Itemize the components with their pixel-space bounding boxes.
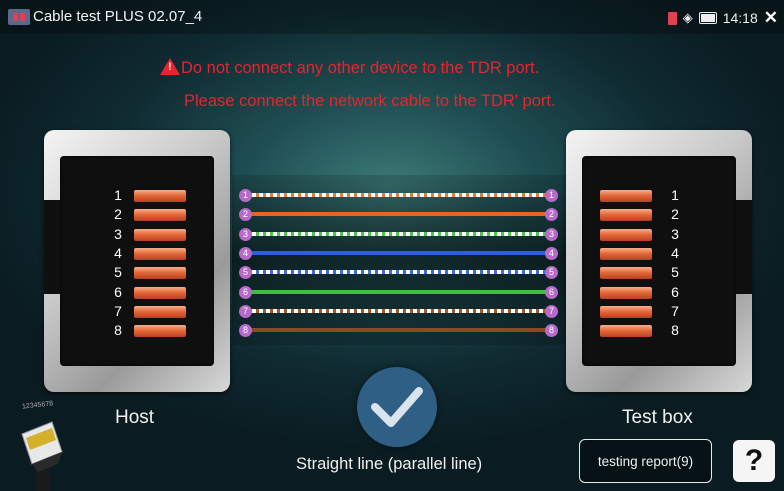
battery-icon [698,12,717,24]
pin-contact [134,267,186,280]
pin-contact [600,325,652,338]
connector-notch [736,200,752,294]
cable-area [232,175,566,345]
help-button[interactable]: ? [733,440,775,482]
pin-number: 1 [671,187,679,203]
cable-test-screen: Cable test PLUS 02.07_4 ◈ 14:18 ✕ Do not… [0,0,784,491]
wire-endpoint: 7 [239,304,252,318]
pin-number: 3 [671,225,679,242]
result-text: Straight line (parallel line) [296,455,483,473]
wire-pair-line [245,308,551,313]
pin-number: 7 [114,302,122,319]
pin-contact [600,209,652,222]
wire-endpoint: 6 [545,285,558,299]
status-icons: ◈ 14:18 ✕ [667,8,778,28]
pin-contact [134,190,186,202]
pin-number: 8 [671,322,679,339]
pin-number: 6 [671,283,679,300]
wire-endpoint: 3 [545,227,558,241]
host-label: Host [115,407,155,428]
pin-number: 2 [114,206,122,223]
host-connector [44,130,230,392]
pin-number: 3 [114,225,122,242]
wire-endpoint: 8 [239,324,252,338]
pin-number: 7 [671,302,679,319]
wire-pair-line [245,328,551,333]
clock: 14:18 [722,10,758,26]
pin-contact [134,325,186,338]
pin-number: 4 [114,244,122,261]
warning-line-1: Do not connect any other device to the T… [160,58,539,78]
wire-pair-line [245,270,551,275]
wifi-icon: ◈ [682,10,693,25]
wire-endpoint: 7 [545,304,558,318]
pin-contact [600,247,652,260]
pin-contact [600,267,652,280]
test-box-connector [566,130,752,392]
warning-text-1: Do not connect any other device to the T… [181,59,540,77]
close-icon[interactable]: ✕ [764,8,778,28]
pin-contact [600,228,652,241]
wire-pair-line [245,289,551,294]
warning-line-2: Please connect the network cable to the … [184,92,556,110]
pin-contact [134,209,186,222]
app-icon [8,9,30,25]
rj45-plug-icon [12,398,72,491]
pin-number: 1 [114,187,122,203]
pin-number: 2 [671,206,679,223]
wire-endpoint: 4 [239,246,252,260]
checkmark-icon [371,387,423,427]
result-badge [357,367,437,447]
pin-contact [134,305,186,318]
wire-pair-line [245,193,551,197]
wire-endpoint: 6 [239,285,252,299]
wire-endpoint: 4 [545,246,558,260]
pin-contact [600,305,652,318]
testing-report-button[interactable]: testing report(9) [579,439,712,483]
pin-contact [600,190,652,202]
pin-number: 6 [114,283,122,300]
connector-notch [44,200,60,294]
pin-contact [600,286,652,299]
wire-pair-line [245,231,551,236]
wire-endpoint: 1 [239,189,252,202]
wire-pair-line [245,212,551,217]
sim-icon [667,11,677,25]
app-title: Cable test PLUS 02.07_4 [33,8,203,25]
wire-pair-line [245,250,551,255]
pin-contact [134,286,186,299]
wire-endpoint: 3 [239,227,252,241]
status-bar: Cable test PLUS 02.07_4 ◈ 14:18 ✕ [0,0,784,34]
test-box-label: Test box [622,407,693,428]
pin-number: 4 [671,244,679,261]
wire-endpoint: 8 [545,324,558,338]
pin-number: 8 [114,322,122,339]
pin-number: 5 [114,264,122,281]
warning-triangle-icon [160,58,180,75]
wire-endpoint: 1 [545,189,558,202]
pin-contact [134,247,186,260]
pin-contact [134,228,186,241]
pin-number: 5 [671,264,679,281]
